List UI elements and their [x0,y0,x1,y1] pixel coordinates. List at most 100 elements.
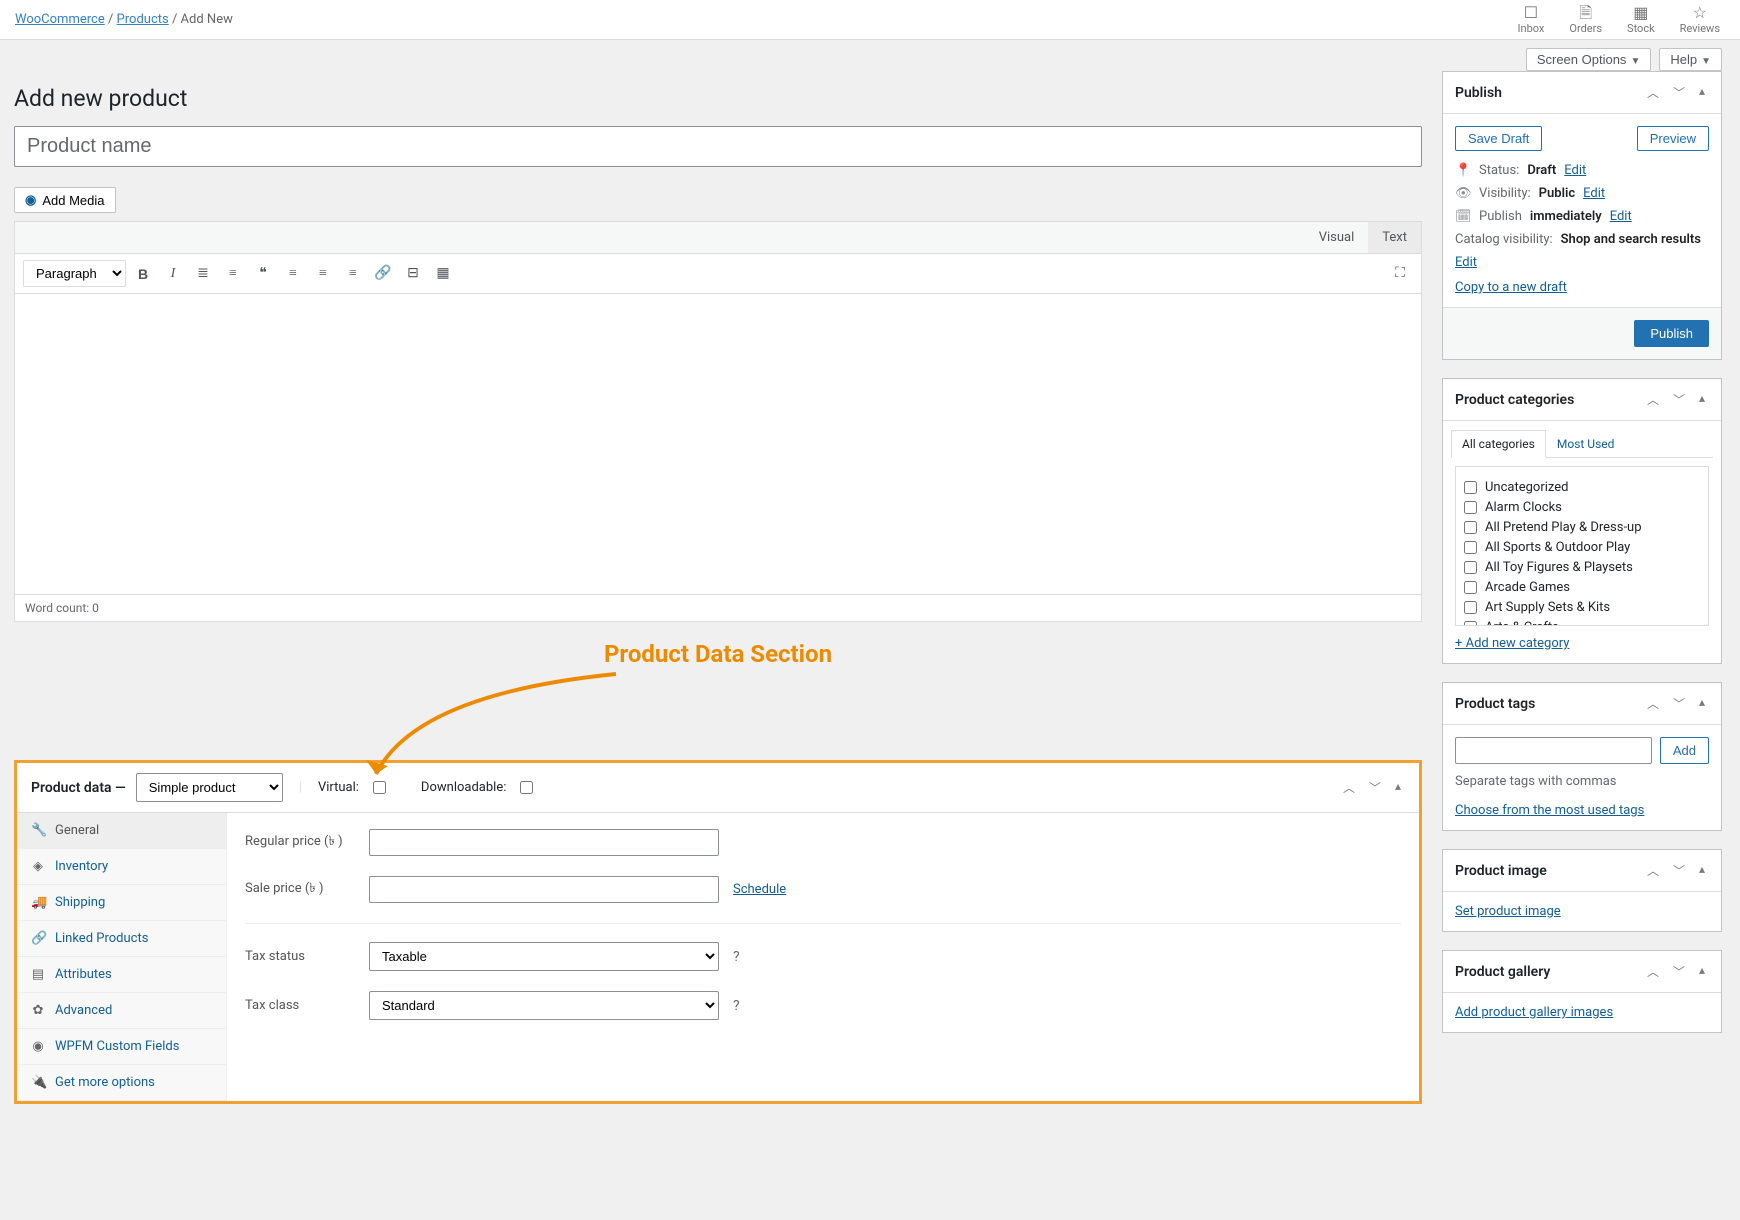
panel-toggle-icon[interactable]: ▴ [1391,777,1405,798]
category-item[interactable]: Art Supply Sets & Kits [1464,600,1700,615]
tab-more-options[interactable]: 🔌Get more options [17,1065,226,1101]
panel-up-icon[interactable]: ︿ [1339,777,1359,798]
publish-button[interactable]: Publish [1634,320,1709,347]
stock-link[interactable]: ▦Stock [1627,4,1655,35]
editor-textarea[interactable] [15,294,1421,594]
align-center-button[interactable]: ≡ [310,261,336,287]
category-item[interactable]: Uncategorized [1464,480,1700,495]
breadcrumb-section[interactable]: Products [117,12,169,27]
category-checkbox[interactable] [1464,621,1477,626]
edit-schedule-link[interactable]: Edit [1610,209,1632,224]
preview-button[interactable]: Preview [1637,126,1709,151]
panel-toggle-icon[interactable]: ▴ [1695,961,1709,982]
category-checkbox[interactable] [1464,581,1477,594]
tab-general[interactable]: 🔧General [17,813,226,849]
tab-advanced[interactable]: ✿Advanced [17,993,226,1029]
tab-most-used[interactable]: Most Used [1546,430,1626,458]
category-item[interactable]: Alarm Clocks [1464,500,1700,515]
category-item[interactable]: Arcade Games [1464,580,1700,595]
category-label: Arcade Games [1485,580,1570,595]
panel-up-icon[interactable]: ︿ [1643,860,1663,881]
category-item[interactable]: Arts & Crafts [1464,620,1700,626]
category-item[interactable]: All Pretend Play & Dress-up [1464,520,1700,535]
category-checkbox[interactable] [1464,561,1477,574]
panel-down-icon[interactable]: ﹀ [1365,777,1385,798]
add-gallery-link[interactable]: Add product gallery images [1455,1005,1613,1020]
orders-link[interactable]: 🗎Orders [1569,4,1602,35]
panel-down-icon[interactable]: ﹀ [1669,389,1689,410]
bold-button[interactable]: B [130,261,156,287]
tag-input[interactable] [1455,737,1652,764]
category-item[interactable]: All Sports & Outdoor Play [1464,540,1700,555]
save-draft-button[interactable]: Save Draft [1455,126,1542,151]
editor-toolbar: Paragraph B I ≣ ≡ ❝ ≡ ≡ ≡ 🔗 ⊟ ▦ ⛶ [15,254,1421,294]
category-checkbox[interactable] [1464,481,1477,494]
fullscreen-button[interactable]: ⛶ [1387,261,1413,287]
screen-options-toggle[interactable]: Screen Options▼ [1526,48,1652,71]
help-icon[interactable]: ? [733,949,740,965]
tax-status-select[interactable]: Taxable [369,942,719,971]
align-left-button[interactable]: ≡ [280,261,306,287]
bullet-list-button[interactable]: ≣ [190,261,216,287]
add-tag-button[interactable]: Add [1660,737,1709,764]
reviews-link[interactable]: ☆Reviews [1680,4,1720,35]
choose-tags-link[interactable]: Choose from the most used tags [1455,803,1644,818]
tab-shipping[interactable]: 🚚Shipping [17,885,226,921]
add-category-link[interactable]: + Add new category [1455,636,1569,651]
panel-up-icon[interactable]: ︿ [1643,82,1663,103]
edit-status-link[interactable]: Edit [1564,163,1586,178]
panel-toggle-icon[interactable]: ▴ [1695,389,1709,410]
product-data-label: Product data — [31,780,126,796]
virtual-label: Virtual: [318,780,359,795]
tab-wpfm[interactable]: ◉WPFM Custom Fields [17,1029,226,1065]
inbox-link[interactable]: ☐Inbox [1518,4,1545,35]
edit-visibility-link[interactable]: Edit [1583,186,1605,201]
sale-price-label: Sale price (৳ ) [245,879,355,900]
product-type-select[interactable]: Simple product [136,773,283,802]
panel-toggle-icon[interactable]: ▴ [1695,82,1709,103]
category-item[interactable]: All Toy Figures & Playsets [1464,560,1700,575]
panel-toggle-icon[interactable]: ▴ [1695,693,1709,714]
paragraph-select[interactable]: Paragraph [23,260,126,287]
breadcrumb-root[interactable]: WooCommerce [15,12,105,27]
regular-price-input[interactable] [369,829,719,856]
number-list-button[interactable]: ≡ [220,261,246,287]
tab-inventory[interactable]: ◈Inventory [17,849,226,885]
panel-down-icon[interactable]: ﹀ [1669,82,1689,103]
copy-draft-link[interactable]: Copy to a new draft [1455,280,1567,295]
set-product-image-link[interactable]: Set product image [1455,904,1561,919]
align-right-button[interactable]: ≡ [340,261,366,287]
panel-up-icon[interactable]: ︿ [1643,693,1663,714]
toolbar-toggle-button[interactable]: ▦ [430,261,456,287]
sale-price-input[interactable] [369,876,719,903]
panel-toggle-icon[interactable]: ▴ [1695,860,1709,881]
panel-down-icon[interactable]: ﹀ [1669,961,1689,982]
category-checkbox[interactable] [1464,501,1477,514]
italic-button[interactable]: I [160,261,186,287]
panel-down-icon[interactable]: ﹀ [1669,693,1689,714]
panel-up-icon[interactable]: ︿ [1643,389,1663,410]
tab-visual[interactable]: Visual [1305,222,1369,253]
panel-down-icon[interactable]: ﹀ [1669,860,1689,881]
help-icon[interactable]: ? [733,998,740,1014]
page-title: Add new product [14,85,1422,112]
tab-text[interactable]: Text [1368,222,1421,253]
category-list[interactable]: Uncategorized Alarm Clocks All Pretend Pla… [1455,466,1709,626]
edit-catalog-link[interactable]: Edit [1455,255,1477,270]
help-toggle[interactable]: Help▼ [1659,48,1722,71]
add-media-button[interactable]: ◉ Add Media [14,187,116,213]
quote-button[interactable]: ❝ [250,261,276,287]
tab-all-categories[interactable]: All categories [1451,430,1546,458]
schedule-link[interactable]: Schedule [733,882,786,897]
link-button[interactable]: 🔗 [370,261,396,287]
category-checkbox[interactable] [1464,601,1477,614]
category-label: All Toy Figures & Playsets [1485,560,1633,575]
tab-linked-products[interactable]: 🔗Linked Products [17,921,226,957]
product-title-input[interactable] [14,126,1422,167]
category-checkbox[interactable] [1464,541,1477,554]
tab-attributes[interactable]: ▤Attributes [17,957,226,993]
readmore-button[interactable]: ⊟ [400,261,426,287]
category-checkbox[interactable] [1464,521,1477,534]
panel-up-icon[interactable]: ︿ [1643,961,1663,982]
tax-class-select[interactable]: Standard [369,991,719,1020]
